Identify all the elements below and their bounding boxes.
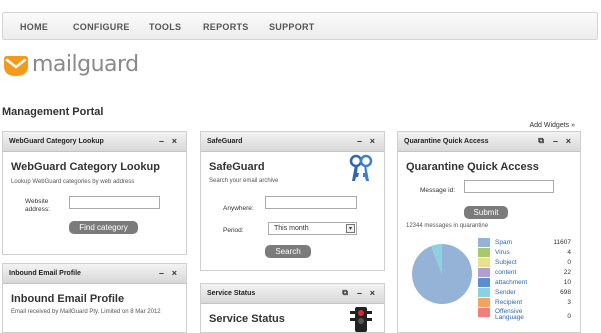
minimize-icon[interactable]: –	[159, 268, 164, 278]
widget-subtitle: Lookup WebGuard categories by web addres…	[11, 179, 134, 185]
widget-header[interactable]: WebGuard Category Lookup – ×	[3, 132, 186, 152]
legend-item[interactable]: Subject 0	[478, 258, 571, 267]
find-category-button[interactable]: Find category	[69, 221, 138, 234]
search-button[interactable]: Search	[265, 245, 311, 258]
legend-value: 22	[564, 269, 571, 276]
legend-value: 0	[567, 313, 571, 320]
legend-item[interactable]: Sender 698	[478, 288, 571, 297]
widget-subtitle: Search your email archive	[209, 178, 278, 184]
legend-label[interactable]: Offensive Language	[495, 309, 540, 321]
legend-value: 10	[564, 279, 571, 286]
inbound-email-widget: Inbound Email Profile – × Inbound Email …	[2, 263, 187, 333]
legend-label[interactable]: Subject	[495, 259, 517, 266]
add-widgets-link[interactable]: Add Widgets »	[529, 122, 575, 129]
minimize-icon[interactable]: –	[159, 136, 164, 146]
legend-label[interactable]: Sender	[495, 289, 516, 296]
widget-subtitle: Email received by MailGuard Pty. Limited…	[11, 309, 161, 315]
close-icon[interactable]: ×	[370, 288, 375, 298]
chevron-down-icon[interactable]: ▾	[346, 224, 355, 233]
legend-swatch	[478, 308, 490, 317]
close-icon[interactable]: ×	[172, 136, 177, 146]
legend-value: 4	[567, 249, 571, 256]
legend-item[interactable]: Virus 4	[478, 248, 571, 257]
widget-header[interactable]: Quarantine Quick Access ⧉ – ×	[398, 132, 580, 152]
logo-text: mailguard	[32, 52, 139, 77]
widget-title: WebGuard Category Lookup	[11, 161, 160, 173]
close-icon[interactable]: ×	[370, 136, 375, 146]
widget-header-title: WebGuard Category Lookup	[9, 138, 104, 145]
close-icon[interactable]: ×	[172, 268, 177, 278]
legend-value: 0	[567, 259, 571, 266]
period-select[interactable]: This month ▾	[268, 222, 357, 235]
nav-home[interactable]: HOME	[20, 22, 48, 32]
legend-value: 3	[567, 299, 571, 306]
legend-item[interactable]: Spam 11607	[478, 238, 571, 247]
legend-label[interactable]: Virus	[495, 249, 510, 256]
legend-value: 11607	[553, 239, 571, 246]
keys-icon	[347, 153, 375, 185]
nav-reports[interactable]: REPORTS	[203, 22, 249, 32]
top-nav: HOME CONFIGURE TOOLS REPORTS SUPPORT	[2, 12, 598, 40]
legend-swatch	[478, 258, 490, 267]
minimize-icon[interactable]: –	[357, 136, 362, 146]
quarantine-pie-chart	[411, 243, 473, 305]
legend-swatch	[478, 278, 490, 287]
widget-header-title: SafeGuard	[207, 138, 242, 145]
nav-configure[interactable]: CONFIGURE	[73, 22, 130, 32]
minimize-icon[interactable]: –	[553, 136, 558, 146]
submit-button[interactable]: Submit	[464, 206, 508, 219]
legend-swatch	[478, 248, 490, 257]
widget-header[interactable]: Inbound Email Profile – ×	[3, 264, 186, 284]
widget-header[interactable]: Service Status ⧉ – ×	[201, 284, 384, 304]
widget-title: Inbound Email Profile	[11, 293, 124, 305]
minimize-icon[interactable]: –	[357, 288, 362, 298]
service-status-widget: Service Status ⧉ – × Service Status	[200, 283, 385, 333]
page-title: Management Portal	[2, 106, 103, 118]
widget-header-title: Service Status	[207, 290, 255, 297]
legend-item[interactable]: attachment 10	[478, 278, 571, 287]
legend-item[interactable]: content 22	[478, 268, 571, 277]
widget-header-title: Quarantine Quick Access	[404, 138, 489, 145]
widget-header-title: Inbound Email Profile	[9, 270, 81, 277]
legend-swatch	[478, 268, 490, 277]
widget-title: Service Status	[209, 313, 285, 325]
legend-label[interactable]: Recipient	[495, 299, 522, 306]
mailguard-logo[interactable]: mailguard	[2, 54, 132, 84]
legend-label[interactable]: attachment	[495, 279, 527, 286]
legend-swatch	[478, 238, 490, 247]
anywhere-input[interactable]	[265, 196, 357, 209]
nav-support[interactable]: SUPPORT	[269, 22, 315, 32]
legend-swatch	[478, 288, 490, 297]
close-icon[interactable]: ×	[566, 136, 571, 146]
legend-value: 698	[560, 289, 571, 296]
legend-swatch	[478, 298, 490, 307]
legend-label[interactable]: Spam	[495, 239, 512, 246]
quarantine-count: 12344 messages in quarantine	[406, 223, 488, 229]
anywhere-label: Anywhere:	[223, 205, 254, 213]
traffic-light-icon	[349, 306, 373, 332]
period-label: Period:	[223, 227, 244, 235]
website-label: Website address:	[25, 198, 59, 214]
widget-title: Quarantine Quick Access	[406, 161, 539, 173]
widget-title: SafeGuard	[209, 161, 265, 173]
popout-icon[interactable]: ⧉	[538, 136, 544, 146]
legend-item[interactable]: Recipient 3	[478, 298, 571, 307]
message-id-input[interactable]	[464, 180, 554, 193]
nav-tools[interactable]: TOOLS	[149, 22, 181, 32]
safeguard-widget: SafeGuard – × SafeGuard Search your emai…	[200, 131, 385, 271]
legend-item[interactable]: Offensive Language0	[478, 308, 571, 317]
message-id-label: Message id:	[420, 187, 455, 195]
legend-label[interactable]: content	[495, 269, 516, 276]
popout-icon[interactable]: ⧉	[342, 288, 348, 298]
website-input[interactable]	[69, 196, 160, 209]
webguard-widget: WebGuard Category Lookup – × WebGuard Ca…	[2, 131, 187, 255]
widget-header[interactable]: SafeGuard – ×	[201, 132, 384, 152]
period-select-value: This month	[274, 225, 309, 232]
envelope-logo-icon	[2, 54, 30, 78]
